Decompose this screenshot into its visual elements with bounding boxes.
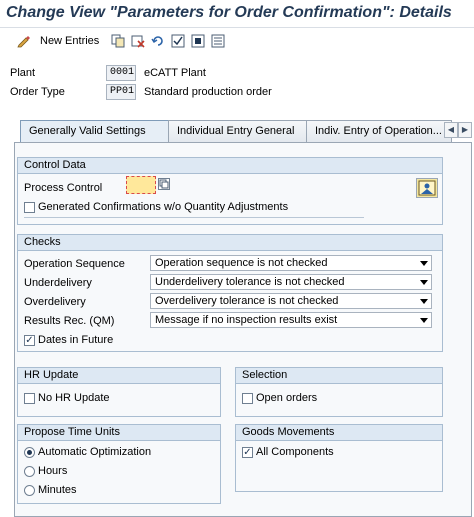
hours-label: Hours [38,465,68,477]
new-entries-label: New Entries [40,35,100,47]
selection-group: Selection Open orders [235,367,443,417]
tab-scroll-right-button[interactable]: ▶ [458,122,472,138]
delete-button[interactable] [130,32,146,50]
no-hr-update-checkbox[interactable] [24,393,35,404]
propose-time-units-title: Propose Time Units [18,425,220,441]
tab-scroll-left-button[interactable]: ◀ [444,122,458,138]
order-type-description: Standard production order [144,86,272,98]
tab-panel: Control Data Process Control Generated C… [14,142,472,517]
all-components-label: All Components [256,446,334,458]
chevron-down-icon [420,261,428,266]
hr-update-group: HR Update No HR Update [17,367,221,417]
hours-radio[interactable] [24,466,35,477]
chevron-down-icon [420,318,428,323]
automatic-optimization-label: Automatic Optimization [38,446,152,458]
open-orders-checkbox[interactable] [242,393,253,404]
process-control-search-help-button[interactable] [158,178,170,190]
application-toolbar: New Entries [0,28,474,54]
tab-individual-entry-general[interactable]: Individual Entry General [168,120,308,142]
generated-confirmations-label: Generated Confirmations w/o Quantity Adj… [38,201,289,213]
image-icon [418,180,436,196]
minutes-radio[interactable] [24,485,35,496]
overdelivery-dropdown[interactable]: Overdelivery tolerance is not checked [150,293,432,309]
copy-as-button[interactable] [110,32,126,50]
select-block-button[interactable] [190,32,206,50]
control-data-group: Control Data Process Control Generated C… [17,157,443,225]
hr-update-title: HR Update [18,368,220,384]
overdelivery-value: Overdelivery tolerance is not checked [155,295,339,307]
delete-icon [130,33,146,49]
pencil-icon [16,33,32,49]
underdelivery-label: Underdelivery [24,277,92,289]
results-rec-label: Results Rec. (QM) [24,315,115,327]
automatic-optimization-radio[interactable] [24,447,35,458]
select-all-button[interactable] [170,32,186,50]
undo-icon [150,33,166,49]
window-title-bar: Change View "Parameters for Order Confir… [0,0,474,28]
overdelivery-label: Overdelivery [24,296,86,308]
propose-time-units-group: Propose Time Units Automatic Optimizatio… [17,424,221,504]
selection-title: Selection [236,368,442,384]
operation-sequence-label: Operation Sequence [24,258,125,270]
new-entries-button[interactable]: New Entries [16,32,99,50]
divider [24,217,364,218]
picture-button[interactable] [416,178,438,198]
goods-movements-title: Goods Movements [236,425,442,441]
select-block-icon [190,33,206,49]
process-control-input[interactable] [126,176,156,194]
underdelivery-value: Underdelivery tolerance is not checked [155,276,345,288]
goods-movements-group: Goods Movements ✓ All Components [235,424,443,492]
undo-change-button[interactable] [150,32,166,50]
search-help-icon [159,179,169,189]
select-all-icon [170,33,186,49]
generated-confirmations-checkbox[interactable] [24,202,35,213]
no-hr-update-label: No HR Update [38,392,110,404]
checks-group: Checks Operation Sequence Operation sequ… [17,234,443,352]
tab-indiv-entry-of-operation[interactable]: Indiv. Entry of Operation... [306,120,452,142]
chevron-down-icon [420,280,428,285]
control-data-title: Control Data [18,158,442,174]
all-components-checkbox[interactable]: ✓ [242,447,253,458]
copy-icon [110,33,126,49]
dates-in-future-label: Dates in Future [38,334,114,346]
operation-sequence-dropdown[interactable]: Operation sequence is not checked [150,255,432,271]
operation-sequence-value: Operation sequence is not checked [155,257,328,269]
deselect-all-button[interactable] [210,32,226,50]
tab-generally-valid-settings[interactable]: Generally Valid Settings [20,120,170,143]
checks-title: Checks [18,235,442,251]
underdelivery-dropdown[interactable]: Underdelivery tolerance is not checked [150,274,432,290]
minutes-label: Minutes [38,484,77,496]
deselect-all-icon [210,33,226,49]
results-rec-value: Message if no inspection results exist [155,314,338,326]
dates-in-future-checkbox[interactable]: ✓ [24,335,35,346]
order-type-field: PP01 [106,84,136,100]
process-control-label: Process Control [24,182,103,194]
plant-description: eCATT Plant [144,67,206,79]
open-orders-label: Open orders [256,392,318,404]
chevron-down-icon [420,299,428,304]
plant-label: Plant [10,67,36,79]
tab-strip: Generally Valid Settings Individual Entr… [14,120,472,143]
plant-field: 0001 [106,65,136,81]
order-type-label: Order Type [10,86,65,98]
results-rec-dropdown[interactable]: Message if no inspection results exist [150,312,432,328]
page-title: Change View "Parameters for Order Confir… [6,4,452,21]
